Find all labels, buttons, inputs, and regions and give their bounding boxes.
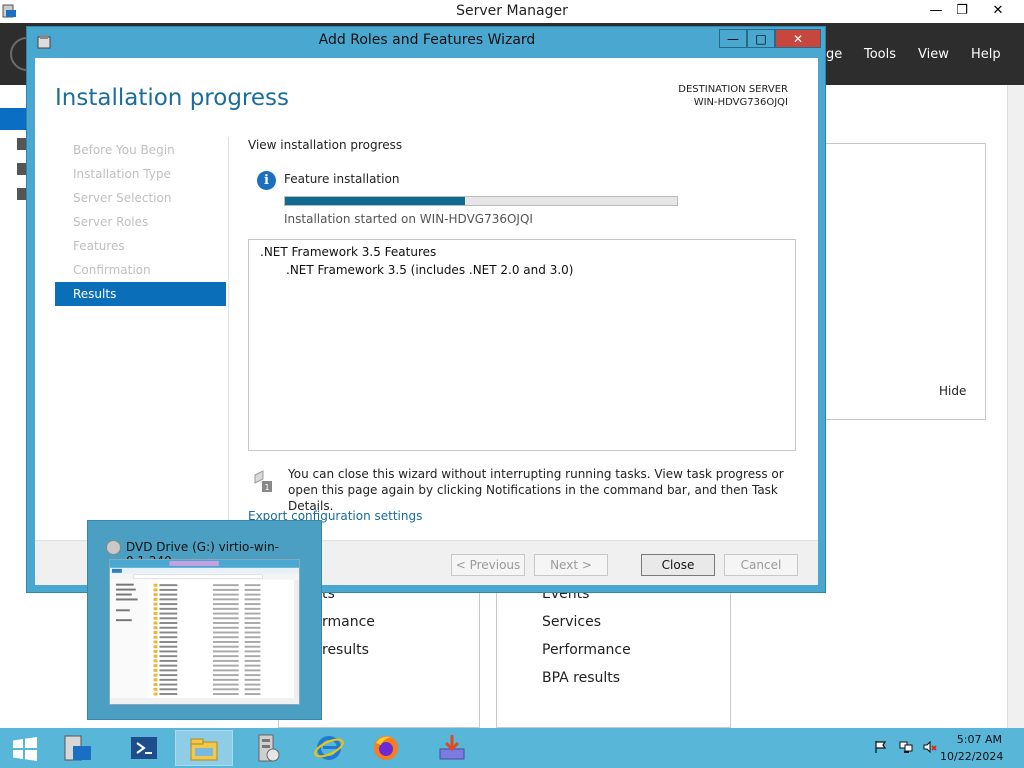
sm-restore-button[interactable]: ❐: [946, 1, 978, 21]
wizard-maximize-button[interactable]: □: [747, 29, 775, 48]
wizard-title: Add Roles and Features Wizard: [318, 32, 536, 48]
result-item: .NET Framework 3.5 Features: [260, 245, 437, 259]
server-manager-taskbar-icon: [64, 735, 91, 761]
nav-confirmation: Confirmation: [73, 263, 151, 277]
close-button[interactable]: Close: [641, 554, 715, 576]
cancel-button[interactable]: Cancel: [724, 554, 798, 576]
installer-icon: [439, 735, 465, 760]
start-windows-icon[interactable]: [12, 737, 38, 761]
wizard-minimize-button[interactable]: —: [719, 29, 747, 48]
nav-installation-type: Installation Type: [73, 167, 171, 181]
server-manager-titlebar: Server Manager — ❐ ✕: [0, 0, 1024, 23]
progress-fill: [285, 197, 466, 205]
info-icon: i: [257, 171, 276, 190]
server-manager-title: Server Manager: [456, 3, 568, 19]
explorer-window-preview[interactable]: [109, 559, 300, 705]
nav-features: Features: [73, 239, 125, 253]
close-wizard-note: You can close this wizard without interr…: [288, 467, 784, 513]
volume-muted-icon[interactable]: [923, 740, 937, 754]
page-title: Installation progress: [55, 85, 289, 111]
taskbar-server-manager[interactable]: [50, 730, 108, 766]
feature-installation-label: Feature installation: [284, 172, 400, 186]
taskbar-firefox[interactable]: [358, 730, 416, 766]
clock-date[interactable]: 10/22/2024: [940, 750, 1003, 763]
destination-server-value: WIN-HDVG736OJQI: [693, 97, 788, 108]
previous-button[interactable]: < Previous: [451, 554, 525, 576]
sm-close-button[interactable]: ✕: [982, 1, 1014, 21]
taskbar-internet-explorer[interactable]: [300, 730, 358, 766]
clock-time[interactable]: 5:07 AM: [940, 733, 1002, 746]
results-list: .NET Framework 3.5 Features .NET Framewo…: [248, 239, 796, 451]
nav-divider: [228, 137, 229, 542]
menu-help[interactable]: Help: [971, 47, 1001, 62]
network-icon[interactable]: [899, 740, 913, 754]
taskbar-file-explorer[interactable]: [175, 730, 233, 766]
svg-text:1: 1: [264, 483, 269, 492]
nav-server-roles: Server Roles: [73, 215, 149, 229]
sm-scrollbar[interactable]: [1007, 85, 1024, 728]
result-subitem: .NET Framework 3.5 (includes .NET 2.0 an…: [286, 263, 574, 277]
tile-right-bpa[interactable]: BPA results: [542, 670, 620, 686]
action-center-flag-icon[interactable]: [874, 740, 888, 754]
dvd-drive-icon: [106, 540, 121, 555]
installation-started-text: Installation started on WIN-HDVG736OJQI: [284, 212, 533, 226]
taskbar-installer[interactable]: [423, 730, 481, 766]
view-progress-label: View installation progress: [248, 138, 403, 152]
taskbar-powershell[interactable]: [115, 730, 173, 766]
tile-left-performance[interactable]: rmance: [322, 614, 375, 630]
notification-flag-icon: 1: [254, 470, 272, 492]
file-explorer-icon: [190, 738, 218, 761]
nav-results[interactable]: Results: [55, 282, 226, 306]
next-button[interactable]: Next >: [534, 554, 608, 576]
taskbar-server-tool[interactable]: [237, 730, 295, 766]
powershell-icon: [131, 737, 157, 759]
server-tool-icon: [258, 734, 280, 762]
installation-progress-bar: [284, 196, 678, 206]
hide-link[interactable]: Hide: [939, 384, 966, 398]
firefox-icon: [374, 736, 398, 760]
taskbar-thumbnail-popup[interactable]: DVD Drive (G:) virtio-win-0.1.240: [87, 520, 322, 720]
nav-before-you-begin: Before You Begin: [73, 143, 175, 157]
destination-server-label: DESTINATION SERVER: [678, 84, 788, 95]
nav-server-selection: Server Selection: [73, 191, 172, 205]
menu-tools[interactable]: Tools: [864, 47, 896, 62]
wizard-client-area: Installation progress DESTINATION SERVER…: [35, 58, 818, 585]
menu-manage[interactable]: ge: [826, 47, 842, 62]
menu-view[interactable]: View: [918, 47, 949, 62]
tile-right-performance[interactable]: Performance: [542, 642, 631, 658]
tile-right-services[interactable]: Services: [542, 614, 601, 630]
add-roles-wizard-window: Add Roles and Features Wizard — □ ✕ Inst…: [26, 26, 826, 593]
tile-left-bpa[interactable]: results: [322, 642, 369, 658]
wizard-close-button[interactable]: ✕: [775, 29, 821, 48]
internet-explorer-icon: [314, 736, 344, 760]
